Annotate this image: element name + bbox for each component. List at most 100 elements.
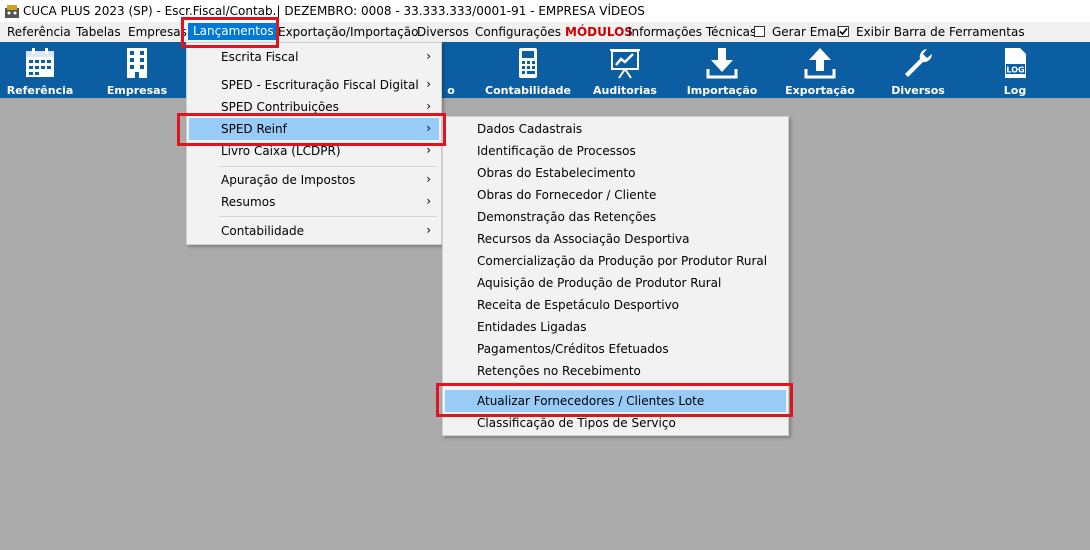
submenu-item-identificacao-processos[interactable]: Identificação de Processos [445,140,786,162]
chevron-right-icon: › [426,77,431,91]
lancamentos-menu: Escrita Fiscal › SPED - Escrituração Fisc… [186,42,442,245]
app-logo-icon [5,5,19,18]
menu-item-resumos[interactable]: Resumos › [189,191,439,213]
menu-item-label: Apuração de Impostos [221,173,356,187]
checkmark-icon [839,27,848,36]
gerar-email-checkbox[interactable] [754,26,765,37]
toolbar-auditorias-label: Auditorias [593,84,657,97]
menu-lancamentos[interactable]: Lançamentos [188,23,279,40]
exibir-barra-label: Exibir Barra de Ferramentas [856,25,1025,39]
download-arrow-icon [706,48,738,79]
toolbar-contabilidade-button[interactable]: Contabilidade [480,42,576,98]
toolbar-diversos-button[interactable]: Diversos [878,42,958,98]
toolbar-contabilidade-label: Contabilidade [485,84,571,97]
submenu-item-comercializacao-producao[interactable]: Comercialização da Produção por Produtor… [445,250,786,272]
menu-item-sped-contribuicoes[interactable]: SPED Contribuições › [189,96,439,118]
calculator-icon [519,48,537,78]
submenu-item-recursos-associacao[interactable]: Recursos da Associação Desportiva [445,228,786,250]
title-bar: CUCA PLUS 2023 (SP) - Escr.Fiscal/Contab… [0,0,1090,22]
toolbar-diversos-label: Diversos [891,84,945,97]
menu-item-sped-reinf[interactable]: SPED Reinf › [189,118,439,140]
menu-separator [475,385,784,386]
menu-tabelas[interactable]: Tabelas [76,25,121,39]
menu-item-label: Escrita Fiscal [221,50,299,64]
menu-referencia[interactable]: Referência [7,25,71,39]
exibir-barra-checkbox[interactable] [838,26,849,37]
menu-item-label: Contabilidade [221,224,304,238]
submenu-item-label: Retenções no Recebimento [477,364,641,378]
svg-text:LOG: LOG [1006,66,1024,75]
submenu-item-label: Aquisição de Produção de Produtor Rural [477,276,722,290]
submenu-item-retencoes-recebimento[interactable]: Retenções no Recebimento [445,360,786,382]
submenu-item-label: Pagamentos/Créditos Efetuados [477,342,669,356]
submenu-item-atualizar-fornecedores-lote[interactable]: Atualizar Fornecedores / Clientes Lote [445,390,786,412]
gerar-email-label: Gerar Email [772,25,844,39]
toolbar-log-button[interactable]: LOG Log [980,42,1050,98]
submenu-item-label: Comercialização da Produção por Produtor… [477,254,768,268]
toolbar-importacao-button[interactable]: Importação [682,42,762,98]
chevron-right-icon: › [426,194,431,208]
menu-separator [219,216,437,217]
menu-exportacao-importacao[interactable]: Exportação/Importação [278,25,418,39]
menu-item-livro-caixa[interactable]: Livro Caixa (LCDPR) › [189,140,439,162]
menu-item-sped-efd[interactable]: SPED - Escrituração Fiscal Digital › [189,74,439,96]
submenu-item-label: Classificação de Tipos de Serviço [477,416,676,430]
menu-configuracoes[interactable]: Configurações [475,25,561,39]
menu-item-contabilidade[interactable]: Contabilidade › [189,220,439,242]
reinf-submenu: Dados Cadastrais Identificação de Proces… [442,116,789,436]
calendar-icon [26,48,54,77]
menu-modulos[interactable]: MÓDULOS [565,25,633,39]
log-file-icon: LOG [1005,48,1026,78]
menu-item-label: SPED Contribuições [221,100,339,114]
submenu-item-label: Receita de Espetáculo Desportivo [477,298,680,312]
window-title: CUCA PLUS 2023 (SP) - Escr.Fiscal/Contab… [23,4,645,18]
submenu-item-obras-fornecedor[interactable]: Obras do Fornecedor / Cliente [445,184,786,206]
menu-informacoes-tecnicas[interactable]: Informações Técnicas [628,25,756,39]
submenu-item-label: Identificação de Processos [477,144,636,158]
toolbar-hidden-label: o [447,84,455,97]
menu-empresas[interactable]: Empresas [128,25,187,39]
menu-item-label: SPED Reinf [221,122,287,136]
toolbar-exportacao-label: Exportação [785,84,855,97]
submenu-item-label: Entidades Ligadas [477,320,587,334]
menu-item-label: Resumos [221,195,276,209]
menu-diversos[interactable]: Diversos [417,25,469,39]
submenu-item-obras-estabelecimento[interactable]: Obras do Estabelecimento [445,162,786,184]
submenu-item-classificacao-servico[interactable]: Classificação de Tipos de Serviço [445,412,786,434]
submenu-item-entidades-ligadas[interactable]: Entidades Ligadas [445,316,786,338]
chevron-right-icon: › [426,172,431,186]
building-icon [127,48,147,78]
submenu-item-label: Demonstração das Retenções [477,210,657,224]
menu-bar: Referência Tabelas Empresas Lançamentos … [0,22,1090,42]
chevron-right-icon: › [426,223,431,237]
toolbar-hidden-button[interactable]: o [441,42,461,98]
toolbar-auditorias-button[interactable]: Auditorias [585,42,665,98]
submenu-item-label: Obras do Fornecedor / Cliente [477,188,657,202]
chevron-right-icon: › [426,99,431,113]
submenu-item-label: Atualizar Fornecedores / Clientes Lote [477,394,705,408]
chevron-right-icon: › [426,49,431,63]
submenu-item-dados-cadastrais[interactable]: Dados Cadastrais [445,118,786,140]
submenu-item-aquisicao-producao[interactable]: Aquisição de Produção de Produtor Rural [445,272,786,294]
submenu-item-demonstracao-retencoes[interactable]: Demonstração das Retenções [445,206,786,228]
chevron-right-icon: › [426,143,431,157]
submenu-item-pagamentos-creditos[interactable]: Pagamentos/Créditos Efetuados [445,338,786,360]
toolbar-referencia-button[interactable]: Referência [0,42,80,98]
submenu-item-label: Dados Cadastrais [477,122,583,136]
toolbar-empresas-label: Empresas [106,84,168,97]
submenu-item-label: Recursos da Associação Desportiva [477,232,690,246]
menu-item-label: SPED - Escrituração Fiscal Digital [221,78,419,92]
toolbar-importacao-label: Importação [686,84,758,97]
submenu-item-receita-espetaculo[interactable]: Receita de Espetáculo Desportivo [445,294,786,316]
toolbar-log-label: Log [1003,84,1027,97]
menu-item-escrita-fiscal[interactable]: Escrita Fiscal › [189,46,439,68]
submenu-item-label: Obras do Estabelecimento [477,166,636,180]
toolbar-exportacao-button[interactable]: Exportação [778,42,862,98]
upload-arrow-icon [804,48,836,79]
toolbar-empresas-button[interactable]: Empresas [97,42,177,98]
menu-item-apuracao-impostos[interactable]: Apuração de Impostos › [189,169,439,191]
menu-separator [219,166,437,167]
chevron-right-icon: › [426,121,431,135]
toolbar-referencia-label: Referência [6,84,74,97]
menu-item-label: Livro Caixa (LCDPR) [221,144,341,158]
